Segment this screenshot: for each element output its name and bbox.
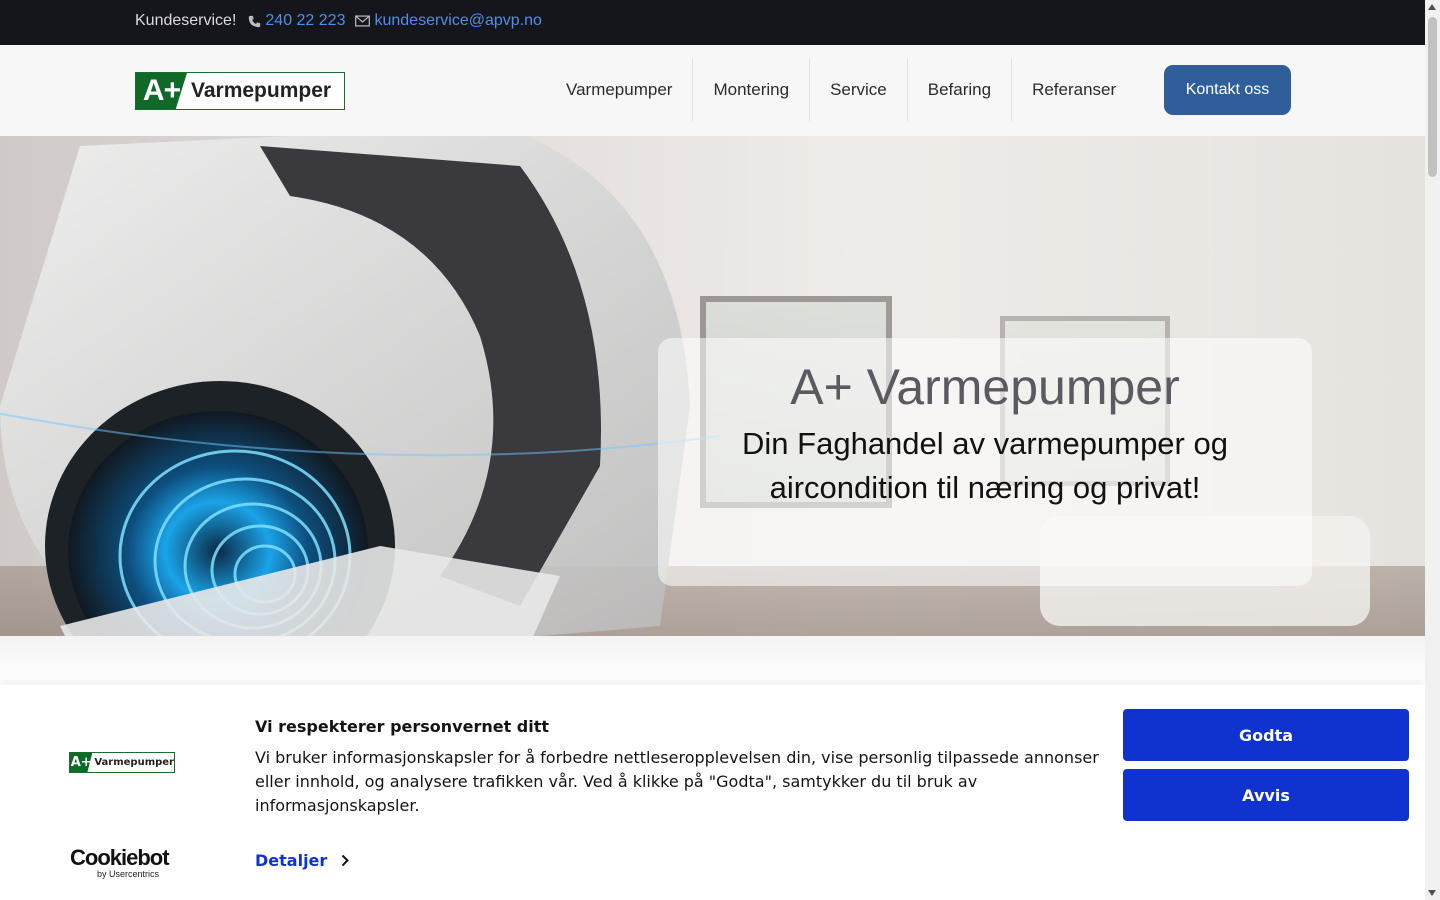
chevron-right-icon	[342, 854, 350, 867]
cookie-details-link[interactable]: Detaljer	[255, 851, 350, 870]
site-header: A+ Varmepumper Varmepumper Montering Ser…	[0, 45, 1425, 136]
nav-item-service[interactable]: Service	[810, 59, 908, 121]
nav-item-befaring[interactable]: Befaring	[908, 59, 1013, 121]
nav-item-varmepumper[interactable]: Varmepumper	[546, 59, 694, 121]
contact-us-button[interactable]: Kontakt oss	[1164, 65, 1291, 115]
cookie-banner-title: Vi respekterer personvernet ditt	[255, 717, 550, 736]
hero-subtitle: Din Faghandel av varmepumper og aircondi…	[742, 426, 1228, 505]
reject-cookies-button[interactable]: Avvis	[1123, 769, 1409, 821]
cookie-banner-text: Vi bruker informasjonskapsler for å forb…	[255, 748, 1099, 815]
email-address: kundeservice@apvp.no	[374, 12, 542, 29]
main-nav: Varmepumper Montering Service Befaring R…	[546, 59, 1136, 121]
hero-text-panel: A+ Varmepumper Din Faghandel av varmepum…	[658, 338, 1312, 586]
accept-cookies-button[interactable]: Godta	[1123, 709, 1409, 761]
nav-item-montering[interactable]: Montering	[693, 59, 811, 121]
logo-text: Varmepumper	[94, 757, 174, 768]
page-scrollbar[interactable]	[1425, 0, 1440, 900]
phone-number: 240 22 223	[265, 12, 346, 29]
scroll-down-arrow-icon[interactable]	[1428, 890, 1436, 896]
customer-service-label: Kundeservice!	[135, 12, 237, 29]
email-link[interactable]: kundeservice@apvp.no	[355, 12, 542, 30]
nav-item-referanser[interactable]: Referanser	[1012, 59, 1136, 121]
envelope-icon	[355, 15, 371, 27]
section-divider	[0, 636, 1425, 686]
cookiebot-wordmark: Cookiebot	[70, 845, 170, 870]
cookie-consent-banner: A+ Varmepumper Vi respekterer personvern…	[0, 685, 1425, 900]
phone-link[interactable]: 240 22 223	[248, 12, 345, 30]
logo-mark: A+	[136, 73, 187, 109]
heat-pump-fan-image	[0, 136, 720, 636]
phone-icon	[249, 15, 261, 27]
top-contact-bar: Kundeservice! 240 22 223 kundeservice@ap…	[0, 0, 1425, 45]
scrollbar-thumb[interactable]	[1428, 17, 1437, 177]
cookiebot-logo[interactable]: Cookiebot by Usercentrics	[70, 845, 180, 879]
cookie-banner-logo: A+ Varmepumper	[69, 752, 175, 773]
hero-title: A+ Varmepumper	[790, 359, 1180, 415]
site-logo[interactable]: A+ Varmepumper	[135, 72, 345, 110]
details-label: Detaljer	[255, 851, 328, 870]
scroll-up-arrow-icon[interactable]	[1428, 4, 1436, 10]
hero-banner: A+ Varmepumper Din Faghandel av varmepum…	[0, 136, 1425, 636]
logo-mark: A+	[70, 753, 93, 772]
logo-text: Varmepumper	[191, 79, 332, 102]
